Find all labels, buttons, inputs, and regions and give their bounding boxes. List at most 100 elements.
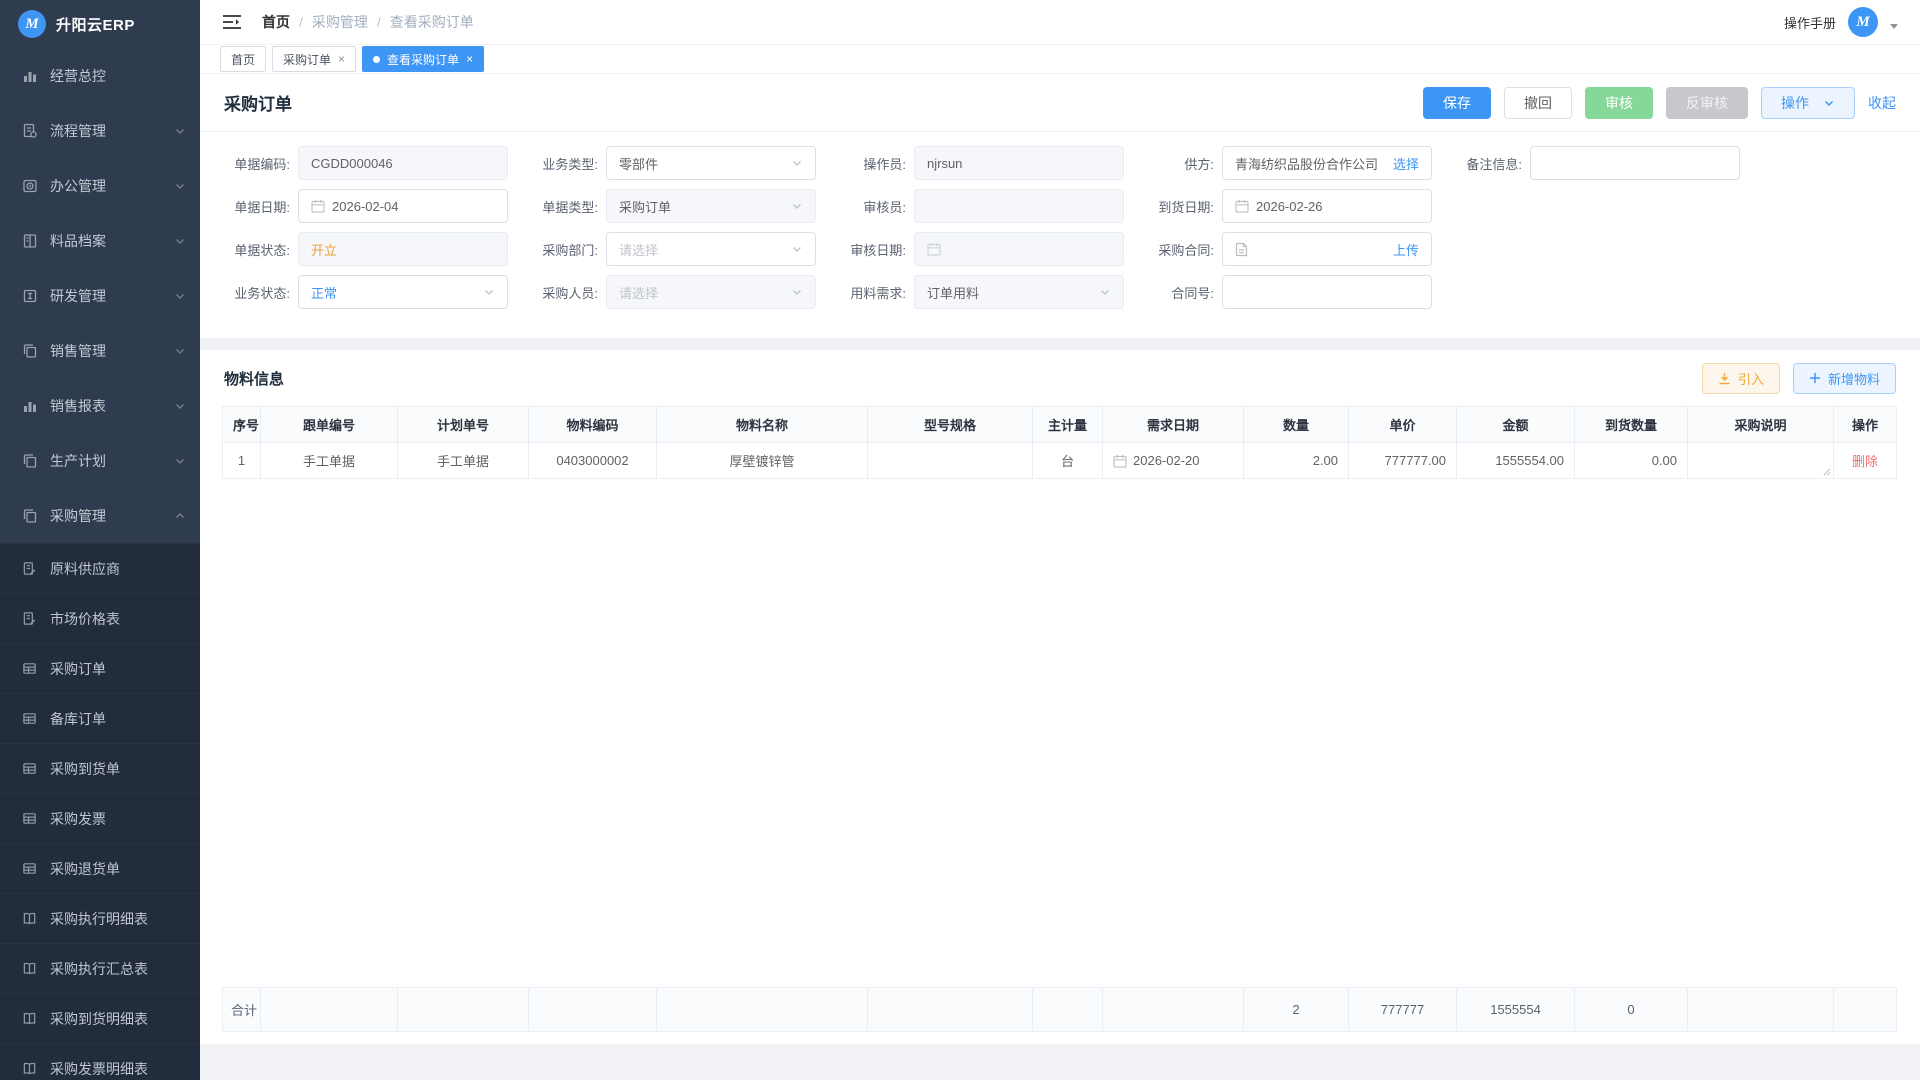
withdraw-button[interactable]: 撤回 (1504, 87, 1572, 119)
cell-unit: 台 (1033, 443, 1103, 479)
chevron-down-icon (174, 235, 186, 247)
col-plan-no: 计划单号 (398, 407, 529, 443)
sidebar-item-market-price[interactable]: 市场价格表 (0, 593, 200, 643)
sidebar-item-stock-order[interactable]: 备库订单 (0, 693, 200, 743)
sidebar-item-production-plan[interactable]: 生产计划 (0, 433, 200, 488)
sidebar-item-sales-mgmt[interactable]: 销售管理 (0, 323, 200, 378)
sidebar-item-label: 采购发票明细表 (50, 1059, 148, 1079)
sidebar-item-business-overview[interactable]: 经营总控 (0, 48, 200, 103)
tab-close-icon[interactable]: × (466, 53, 473, 65)
field-label: 备注信息: (1456, 154, 1530, 173)
cell-amount: 1555554.00 (1457, 443, 1575, 479)
calendar-icon (927, 242, 941, 256)
tab-label: 采购订单 (283, 51, 331, 68)
chevron-down-icon (174, 455, 186, 467)
sidebar-item-purchase-invoice-detail[interactable]: 采购发票明细表 (0, 1043, 200, 1080)
doc-edit-icon (22, 561, 37, 576)
add-material-button[interactable]: 新增物料 (1793, 363, 1896, 394)
purchaser-select: 请选择 (606, 275, 816, 309)
sidebar-item-purchase-exec-summary[interactable]: 采购执行汇总表 (0, 943, 200, 993)
breadcrumb-separator: / (377, 14, 381, 30)
col-material-code: 物料编码 (529, 407, 657, 443)
chevron-down-icon (174, 125, 186, 137)
sidebar-item-rnd-mgmt[interactable]: 研发管理 (0, 268, 200, 323)
table-icon (22, 811, 37, 826)
sidebar-item-process-mgmt[interactable]: 流程管理 (0, 103, 200, 158)
field-label: 单据类型: (532, 197, 606, 216)
sidebar-item-label: 流程管理 (50, 121, 174, 141)
total-empty (868, 988, 1033, 1032)
cell-qty[interactable]: 2.00 (1244, 443, 1349, 479)
biz-type-select[interactable]: 零部件 (606, 146, 816, 180)
col-amount: 金额 (1457, 407, 1575, 443)
user-menu-caret-icon[interactable] (1890, 24, 1898, 29)
sidebar-item-office-mgmt[interactable]: 办公管理 (0, 158, 200, 213)
supplier-select-link[interactable]: 选择 (1393, 154, 1419, 173)
total-empty (398, 988, 529, 1032)
doc-date-input[interactable]: 2026-02-04 (298, 189, 508, 223)
field-doc-code: 单据编码: CGDD000046 (224, 146, 508, 180)
breadcrumb: 首页 / 采购管理 / 查看采购订单 (262, 12, 474, 32)
calendar-icon (311, 199, 325, 213)
tab-view-purchase-order[interactable]: 查看采购订单 × (362, 46, 484, 72)
cell-price[interactable]: 777777.00 (1349, 443, 1457, 479)
purchase-dept-select[interactable]: 请选择 (606, 232, 816, 266)
supplier-input[interactable]: 青海纺织品股份合作公司选择 (1222, 146, 1432, 180)
field-label: 采购部门: (532, 240, 606, 259)
arrive-date-input[interactable]: 2026-02-26 (1222, 189, 1432, 223)
tab-close-icon[interactable]: × (338, 53, 345, 65)
chevron-down-icon (483, 286, 495, 298)
breadcrumb-home[interactable]: 首页 (262, 12, 290, 32)
field-label: 到货日期: (1148, 197, 1222, 216)
biz-status-select[interactable]: 正常 (298, 275, 508, 309)
remark-input[interactable] (1530, 146, 1740, 180)
sidebar-item-purchase-arrival-detail[interactable]: 采购到货明细表 (0, 993, 200, 1043)
chevron-down-icon (1099, 286, 1111, 298)
collapse-panel-link[interactable]: 收起 (1868, 93, 1896, 113)
manual-link[interactable]: 操作手册 (1784, 13, 1836, 32)
upload-link[interactable]: 上传 (1393, 240, 1419, 259)
sidebar-item-sales-report[interactable]: 销售报表 (0, 378, 200, 433)
materials-actions: 引入 新增物料 (1702, 363, 1896, 394)
operate-label: 操作 (1781, 93, 1809, 113)
sidebar-item-purchase-arrival[interactable]: 采购到货单 (0, 743, 200, 793)
chevron-up-icon (174, 510, 186, 522)
total-empty (261, 988, 398, 1032)
collapse-sidebar-icon[interactable] (222, 14, 242, 30)
tab-home[interactable]: 首页 (220, 46, 266, 72)
tab-bar: 首页 采购订单 × 查看采购订单 × (200, 45, 1920, 74)
resize-handle-icon[interactable] (1823, 468, 1831, 476)
sidebar-item-material-archive[interactable]: 料品档案 (0, 213, 200, 268)
chevron-down-icon (791, 157, 803, 169)
sidebar-item-purchase-return[interactable]: 采购退货单 (0, 843, 200, 893)
sidebar-item-purchase-mgmt[interactable]: 采购管理 (0, 488, 200, 543)
col-order-no: 跟单编号 (261, 407, 398, 443)
breadcrumb-current-page: 查看采购订单 (390, 12, 474, 32)
user-avatar[interactable]: M (1848, 7, 1878, 37)
total-empty (1103, 988, 1244, 1032)
demand-date-picker[interactable]: 2026-02-20 (1113, 453, 1233, 468)
sidebar-item-purchase-order[interactable]: 采购订单 (0, 643, 200, 693)
contract-upload-box[interactable]: 上传 (1222, 232, 1432, 266)
save-button[interactable]: 保存 (1423, 87, 1491, 119)
tab-purchase-order[interactable]: 采购订单 × (272, 46, 356, 72)
copy-docs-icon (22, 343, 38, 359)
field-doc-date: 单据日期: 2026-02-04 (224, 189, 508, 223)
field-empty (1456, 189, 1740, 223)
bar-chart-icon (22, 398, 38, 414)
operate-dropdown-button[interactable]: 操作 (1761, 87, 1855, 119)
field-label: 单据编码: (224, 154, 298, 173)
cell-seq: 1 (223, 443, 261, 479)
breadcrumb-purchase-mgmt[interactable]: 采购管理 (312, 12, 368, 32)
chevron-down-icon (174, 400, 186, 412)
note-textarea[interactable] (1688, 443, 1834, 479)
field-biz-type: 业务类型: 零部件 (532, 146, 816, 180)
download-icon (1718, 372, 1731, 385)
import-button[interactable]: 引入 (1702, 363, 1780, 394)
delete-row-link[interactable]: 删除 (1852, 454, 1878, 469)
contract-no-input[interactable] (1222, 275, 1432, 309)
sidebar-item-label: 销售报表 (50, 396, 174, 416)
sidebar-item-purchase-invoice[interactable]: 采购发票 (0, 793, 200, 843)
sidebar-item-raw-supplier[interactable]: 原料供应商 (0, 543, 200, 593)
sidebar-item-purchase-exec-detail[interactable]: 采购执行明细表 (0, 893, 200, 943)
